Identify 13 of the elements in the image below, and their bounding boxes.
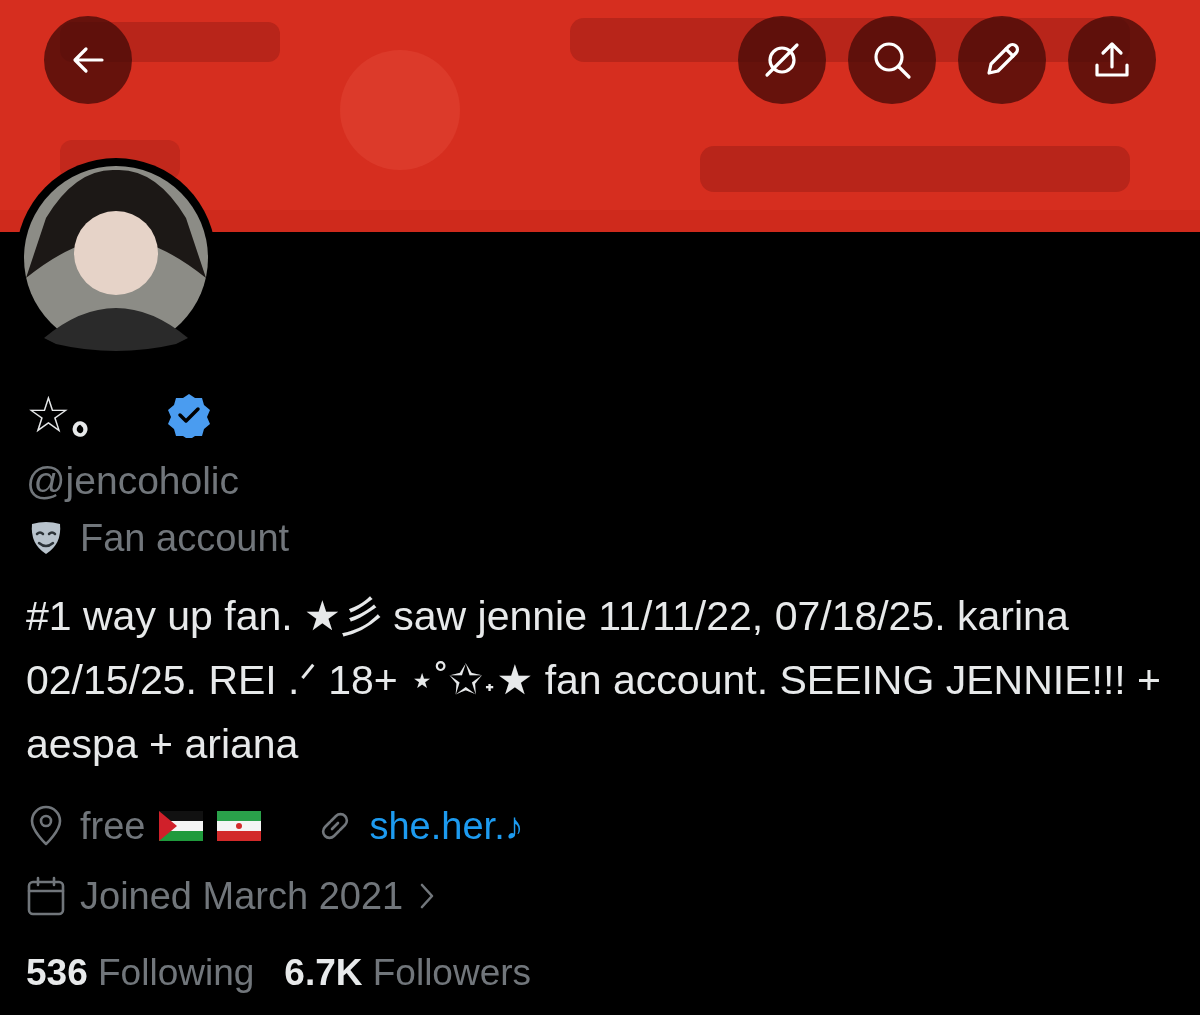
website-link[interactable]: she.her.♪: [369, 804, 524, 848]
calendar-icon: [26, 875, 66, 917]
username: @jencoholic: [26, 458, 241, 504]
follow-stat[interactable]: 536 Following: [26, 952, 255, 994]
display-name: ☆｡: [26, 386, 96, 444]
bio-text: #1 way up fan. ★彡 saw jennie 11/11/22, 07/18/25. karina 02/15/25. REI .ᐟ 18+ ⋆˚✩˖★ fan account. SEEING JENNIE!!! + aespa + ariana: [26, 592, 1163, 769]
follow-stat[interactable]: 6.7K Followers: [284, 952, 532, 994]
category-label: Fan account: [80, 516, 290, 561]
flag-icon: [159, 811, 204, 841]
search-icon: [871, 39, 913, 81]
flag-icon: [217, 811, 262, 841]
location-text: free: [80, 804, 146, 849]
joined-date: Joined March 2021: [80, 874, 404, 919]
